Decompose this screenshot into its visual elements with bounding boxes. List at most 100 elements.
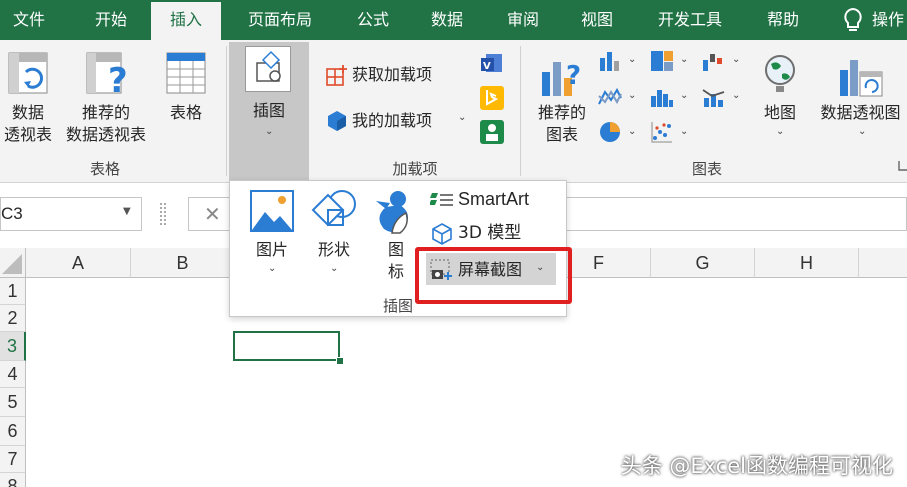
people-icon[interactable]	[480, 120, 504, 144]
chevron-down-icon[interactable]: ⌄	[628, 90, 636, 101]
column-header-h[interactable]: H	[755, 248, 859, 278]
ribbon: 数据 透视表 ? 推荐的 数据透视表 表格 表格 插图 ⌄ 获取加载项 我的加载…	[0, 40, 907, 183]
visio-icon[interactable]: V	[480, 52, 504, 76]
illustrations-icon	[245, 46, 291, 92]
row-header-6[interactable]: 6	[0, 417, 26, 446]
pie-chart-icon[interactable]	[598, 120, 622, 144]
my-addins-icon	[326, 110, 348, 132]
selected-cell-c3[interactable]	[233, 331, 340, 361]
illustrations-label: 插图	[252, 101, 285, 120]
column-header-b[interactable]: B	[131, 248, 235, 278]
icons-label-1[interactable]: 图	[378, 239, 414, 260]
ribbon-tab-bar: 文件 开始 插入 页面布局 公式 数据 审阅 视图 开发工具 帮助 操作	[0, 0, 907, 40]
column-chart-icon[interactable]	[598, 50, 622, 72]
statistic-chart-icon[interactable]	[650, 86, 674, 108]
pivot-table-label-1[interactable]: 数据	[0, 102, 56, 123]
select-all-button[interactable]	[0, 248, 26, 278]
formula-bar-buttons: ✕	[188, 197, 230, 231]
cancel-icon[interactable]: ✕	[204, 202, 221, 226]
column-header-a[interactable]: A	[26, 248, 131, 278]
addins-group-title: 加载项	[392, 160, 438, 178]
recommended-pivot-label-1[interactable]: 推荐的	[60, 102, 152, 123]
recommended-charts-label-2[interactable]: 图表	[532, 124, 592, 145]
recommended-pivot-icon: ?	[86, 52, 132, 96]
map-icon	[762, 54, 798, 94]
row-header-8[interactable]: 8	[0, 473, 26, 487]
table-icon	[166, 52, 206, 94]
row-header-1[interactable]: 1	[0, 278, 26, 305]
pivot-table-icon	[8, 52, 48, 94]
watermark-text: 头条 @Excel函数编程可视化	[620, 454, 893, 478]
tab-help[interactable]: 帮助	[750, 0, 816, 40]
smartart-button[interactable]: SmartArt	[458, 189, 529, 210]
tab-view[interactable]: 视图	[564, 0, 630, 40]
formula-bar-grip[interactable]	[160, 203, 166, 225]
charts-group-title: 图表	[691, 160, 722, 178]
chevron-down-icon: ⌄	[858, 126, 867, 137]
tab-formulas[interactable]: 公式	[340, 0, 406, 40]
row-header-3[interactable]: 3	[0, 332, 26, 361]
line-chart-icon[interactable]	[598, 86, 622, 108]
chevron-down-icon[interactable]: ⌄	[330, 263, 338, 274]
recommended-pivot-label-2[interactable]: 数据透视表	[60, 124, 152, 145]
hierarchy-chart-icon[interactable]	[650, 50, 674, 72]
name-box-dropdown-icon[interactable]: ▼	[123, 206, 131, 217]
name-box-value: C3	[1, 204, 23, 223]
column-header-g[interactable]: G	[651, 248, 755, 278]
chevron-down-icon: ⌄	[776, 126, 785, 137]
bing-icon[interactable]	[480, 86, 504, 110]
tab-file[interactable]: 文件	[0, 0, 58, 40]
lightbulb-icon[interactable]	[842, 7, 864, 33]
pivot-chart-icon	[838, 54, 884, 98]
tab-page-layout[interactable]: 页面布局	[232, 0, 328, 40]
picture-icon	[250, 190, 294, 232]
column-header-i[interactable]	[859, 248, 907, 278]
chevron-down-icon[interactable]: ⌄	[680, 126, 688, 137]
pictures-button[interactable]: 图片	[242, 239, 302, 260]
table-label[interactable]: 表格	[160, 102, 212, 123]
dialog-launcher-icon[interactable]	[898, 160, 907, 171]
svg-text:?: ?	[566, 61, 581, 91]
tab-developer[interactable]: 开发工具	[640, 0, 740, 40]
maps-label[interactable]: 地图	[752, 102, 808, 123]
pivot-table-label-2[interactable]: 透视表	[0, 124, 56, 145]
name-box[interactable]: C3 ▼	[0, 197, 142, 231]
tab-data[interactable]: 数据	[414, 0, 480, 40]
chevron-down-icon: ⌄	[265, 126, 274, 137]
waterfall-chart-icon[interactable]	[702, 50, 726, 72]
3d-models-button[interactable]: 3D 模型	[458, 223, 521, 244]
shapes-icon	[310, 188, 358, 234]
formula-input[interactable]	[566, 197, 907, 231]
row-header-2[interactable]: 2	[0, 305, 26, 332]
chevron-down-icon[interactable]: ⌄	[458, 112, 466, 123]
recommended-charts-icon: ?	[538, 54, 584, 98]
tab-tell-me[interactable]: 操作	[872, 0, 907, 40]
recommended-charts-label-1[interactable]: 推荐的	[532, 102, 592, 123]
tab-home[interactable]: 开始	[74, 0, 148, 40]
fill-handle[interactable]	[336, 357, 344, 365]
scatter-chart-icon[interactable]	[650, 120, 674, 144]
chevron-down-icon[interactable]: ⌄	[628, 126, 636, 137]
cube-icon	[431, 223, 453, 245]
icons-label-2[interactable]: 标	[378, 261, 414, 282]
chevron-down-icon[interactable]: ⌄	[680, 90, 688, 101]
combo-chart-icon[interactable]	[702, 86, 726, 108]
row-header-4[interactable]: 4	[0, 361, 26, 388]
chevron-down-icon[interactable]: ⌄	[628, 54, 636, 65]
row-header-7[interactable]: 7	[0, 446, 26, 473]
chevron-down-icon[interactable]: ⌄	[732, 54, 740, 65]
tables-group-title: 表格	[89, 160, 120, 178]
pivot-chart-label[interactable]: 数据透视图	[814, 102, 907, 123]
chevron-down-icon[interactable]: ⌄	[732, 90, 740, 101]
shapes-button[interactable]: 形状	[304, 239, 364, 260]
tab-review[interactable]: 审阅	[490, 0, 556, 40]
chevron-down-icon[interactable]: ⌄	[680, 54, 688, 65]
icons-icon	[372, 187, 416, 237]
tab-insert[interactable]: 插入	[151, 2, 221, 40]
get-addins-button[interactable]: 获取加载项	[352, 64, 432, 85]
my-addins-button[interactable]: 我的加载项	[352, 110, 432, 131]
chevron-down-icon[interactable]: ⌄	[268, 263, 276, 274]
row-header-5[interactable]: 5	[0, 388, 26, 417]
store-icon	[326, 64, 348, 86]
highlight-box	[415, 247, 572, 304]
